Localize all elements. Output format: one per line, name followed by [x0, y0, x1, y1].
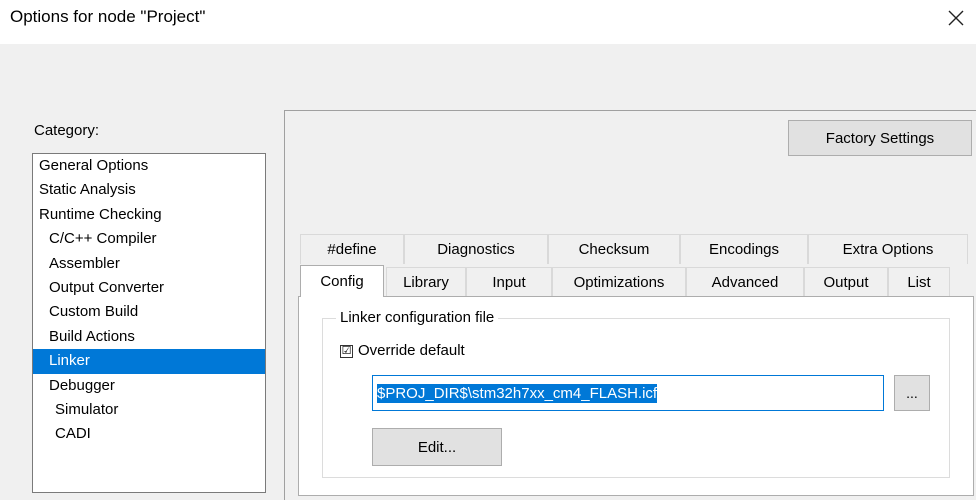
- category-item-static-analysis[interactable]: Static Analysis: [33, 178, 265, 202]
- tab-list[interactable]: List: [888, 267, 950, 297]
- category-item-debugger[interactable]: Debugger: [33, 374, 265, 398]
- category-item-linker[interactable]: Linker: [33, 349, 265, 374]
- edit-button[interactable]: Edit...: [372, 428, 502, 466]
- config-file-path: $PROJ_DIR$\stm32h7xx_cm4_FLASH.icf: [377, 383, 658, 403]
- tab-optimizations[interactable]: Optimizations: [552, 267, 686, 297]
- tab-input[interactable]: Input: [466, 267, 552, 297]
- category-item-simulator[interactable]: Simulator: [33, 398, 265, 422]
- tab-output[interactable]: Output: [804, 267, 888, 297]
- category-label: Category:: [34, 122, 100, 139]
- category-item-custom-build[interactable]: Custom Build: [33, 300, 265, 324]
- category-item-c-compiler[interactable]: C/C++ Compiler: [33, 227, 265, 251]
- category-item-output-converter[interactable]: Output Converter: [33, 276, 265, 300]
- category-item-build-actions[interactable]: Build Actions: [33, 325, 265, 349]
- close-icon[interactable]: [944, 6, 968, 30]
- group-title: Linker configuration file: [336, 309, 499, 326]
- category-item-assembler[interactable]: Assembler: [33, 252, 265, 276]
- override-default-label[interactable]: Override default: [358, 342, 465, 359]
- tab-config[interactable]: Config: [300, 265, 384, 297]
- tab-checksum[interactable]: Checksum: [548, 234, 680, 264]
- tab-extra-options[interactable]: Extra Options: [808, 234, 968, 264]
- category-list[interactable]: General Options Static Analysis Runtime …: [32, 153, 266, 493]
- tab-encodings[interactable]: Encodings: [680, 234, 808, 264]
- tab-define[interactable]: #define: [300, 234, 404, 264]
- override-default-checkbox[interactable]: ☑: [340, 345, 353, 358]
- tab-diagnostics[interactable]: Diagnostics: [404, 234, 548, 264]
- config-file-input[interactable]: $PROJ_DIR$\stm32h7xx_cm4_FLASH.icf: [372, 375, 884, 411]
- tab-library[interactable]: Library: [386, 267, 466, 297]
- dialog-title: Options for node "Project": [10, 7, 206, 26]
- browse-button[interactable]: ...: [894, 375, 930, 411]
- title-bar: Options for node "Project": [0, 0, 976, 44]
- tab-advanced[interactable]: Advanced: [686, 267, 804, 297]
- category-item-runtime-checking[interactable]: Runtime Checking: [33, 203, 265, 227]
- factory-settings-button[interactable]: Factory Settings: [788, 120, 972, 156]
- category-item-cadi[interactable]: CADI: [33, 422, 265, 446]
- category-item-general-options[interactable]: General Options: [33, 154, 265, 178]
